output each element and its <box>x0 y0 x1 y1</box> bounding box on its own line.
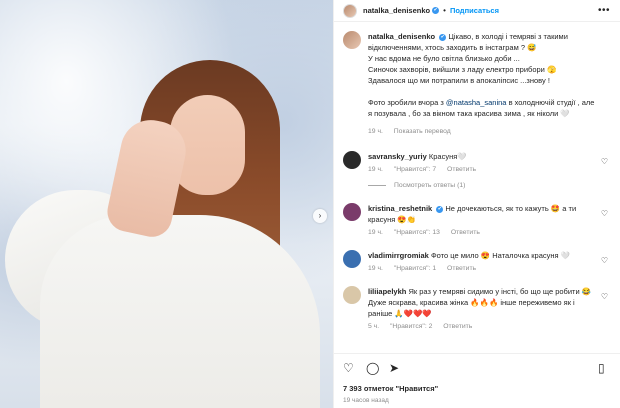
comment: savransky_yuriy Красуня🤍 19 ч. "Нравится… <box>343 151 612 173</box>
like-comment-icon[interactable]: ♡ <box>601 256 608 265</box>
instagram-post-modal: › natalka_denisenko ✔ • Подписаться ••• … <box>0 0 620 408</box>
comment-avatar[interactable] <box>343 286 361 304</box>
caption-line: Синочок захворів, вийшли з ладу електро … <box>368 65 557 74</box>
comment-avatar[interactable] <box>343 203 361 221</box>
header-separator: • <box>443 6 446 15</box>
like-icon[interactable]: ♡ <box>343 361 357 375</box>
verified-badge-icon: ✔ <box>436 205 444 213</box>
comment-username[interactable]: vladimirrgromiak <box>368 251 429 260</box>
comments-list[interactable]: natalka_denisenko ✔ Цікаво, в холоді і т… <box>334 23 620 353</box>
caption-text: natalka_denisenko ✔ Цікаво, в холоді і т… <box>368 31 598 119</box>
caption-username[interactable]: natalka_denisenko <box>368 32 435 41</box>
more-options-icon[interactable]: ••• <box>598 5 610 16</box>
comment-avatar[interactable] <box>343 250 361 268</box>
comment-likes[interactable]: "Нравится": 13 <box>394 229 440 236</box>
like-comment-icon[interactable]: ♡ <box>601 292 608 301</box>
action-bar: ♡ ◯ ➤ ▯ <box>343 361 612 375</box>
bookmark-icon[interactable]: ▯ <box>598 361 612 375</box>
post-photo[interactable]: › <box>0 0 333 408</box>
comment: kristina_reshetnik ✔ Не дочекаються, як … <box>343 203 612 236</box>
author-username[interactable]: natalka_denisenko <box>363 6 430 15</box>
reply-button[interactable]: Ответить <box>447 265 476 272</box>
like-comment-icon[interactable]: ♡ <box>601 209 608 218</box>
comment-body: Красуня🤍 <box>428 152 467 161</box>
caption-mention-link[interactable]: @natasha_sanina <box>446 98 507 107</box>
comment-time[interactable]: 19 ч. <box>368 265 383 272</box>
caption-time[interactable]: 19 ч. <box>368 128 383 135</box>
caption-avatar[interactable] <box>343 31 361 49</box>
comment-username[interactable]: savransky_yuriy <box>368 152 427 161</box>
replies-divider <box>368 185 386 186</box>
caption: natalka_denisenko ✔ Цікаво, в холоді і т… <box>343 31 612 135</box>
view-replies-label: Посмотреть ответы (1) <box>394 182 466 189</box>
photo-sweater <box>40 215 320 408</box>
view-replies-link[interactable]: Посмотреть ответы (1) <box>368 182 612 189</box>
comment-meta: 19 ч. "Нравится": 1 Ответить <box>368 265 598 272</box>
comment-time[interactable]: 5 ч. <box>368 323 379 330</box>
comment-text: vladimirrgromiak Фото це мило 😍 Наталочк… <box>368 250 598 261</box>
caption-meta: 19 ч. Показать перевод <box>368 128 598 135</box>
comment-time[interactable]: 19 ч. <box>368 166 383 173</box>
post-sidebar: natalka_denisenko ✔ • Подписаться ••• na… <box>333 0 620 408</box>
reply-button[interactable]: Ответить <box>451 229 480 236</box>
comment-meta: 19 ч. "Нравится": 13 Ответить <box>368 229 598 236</box>
comment-text: savransky_yuriy Красуня🤍 <box>368 151 598 162</box>
reply-button[interactable]: Ответить <box>443 323 472 330</box>
post-actions: ♡ ◯ ➤ ▯ 7 393 отметок "Нравится" 19 часо… <box>334 353 620 408</box>
comment-likes[interactable]: "Нравится": 7 <box>394 166 436 173</box>
verified-badge-icon: ✔ <box>432 7 440 14</box>
show-translation-link[interactable]: Показать перевод <box>394 128 451 135</box>
like-comment-icon[interactable]: ♡ <box>601 157 608 166</box>
comment-icon[interactable]: ◯ <box>366 361 380 375</box>
author-avatar[interactable] <box>343 3 357 18</box>
caption-line: Здавалося що ми потрапили в апокаліпсис … <box>368 76 550 85</box>
post-header: natalka_denisenko ✔ • Подписаться ••• <box>334 0 620 22</box>
comment-username[interactable]: liliiapelykh <box>368 287 406 296</box>
comment-avatar[interactable] <box>343 151 361 169</box>
caption-line: У нас вдома не було світла близько доби … <box>368 54 520 63</box>
comment-meta: 19 ч. "Нравится": 7 Ответить <box>368 166 598 173</box>
comment-text: liliiapelykh Як раз у темряві сидимо у і… <box>368 286 598 319</box>
comment-meta: 5 ч. "Нравится": 2 Ответить <box>368 323 598 330</box>
comment-likes[interactable]: "Нравится": 1 <box>394 265 436 272</box>
follow-button[interactable]: Подписаться <box>450 6 499 15</box>
post-time[interactable]: 19 часов назад <box>343 397 612 404</box>
comment-body: Фото це мило 😍 Наталочка красуня 🤍 <box>430 251 570 260</box>
share-icon[interactable]: ➤ <box>389 361 403 375</box>
caption-line: Фото зробили вчора з <box>368 98 446 107</box>
reply-button[interactable]: Ответить <box>447 166 476 173</box>
comment: vladimirrgromiak Фото це мило 😍 Наталочк… <box>343 250 612 272</box>
next-photo-button[interactable]: › <box>313 209 327 223</box>
comment-text: kristina_reshetnik ✔ Не дочекаються, як … <box>368 203 598 225</box>
likes-count[interactable]: 7 393 отметок "Нравится" <box>343 384 612 393</box>
comment-likes[interactable]: "Нравится": 2 <box>390 323 432 330</box>
chevron-right-icon: › <box>318 211 322 220</box>
verified-badge-icon: ✔ <box>439 33 447 41</box>
comment-username[interactable]: kristina_reshetnik <box>368 204 432 213</box>
comment-time[interactable]: 19 ч. <box>368 229 383 236</box>
comment: liliiapelykh Як раз у темряві сидимо у і… <box>343 286 612 330</box>
